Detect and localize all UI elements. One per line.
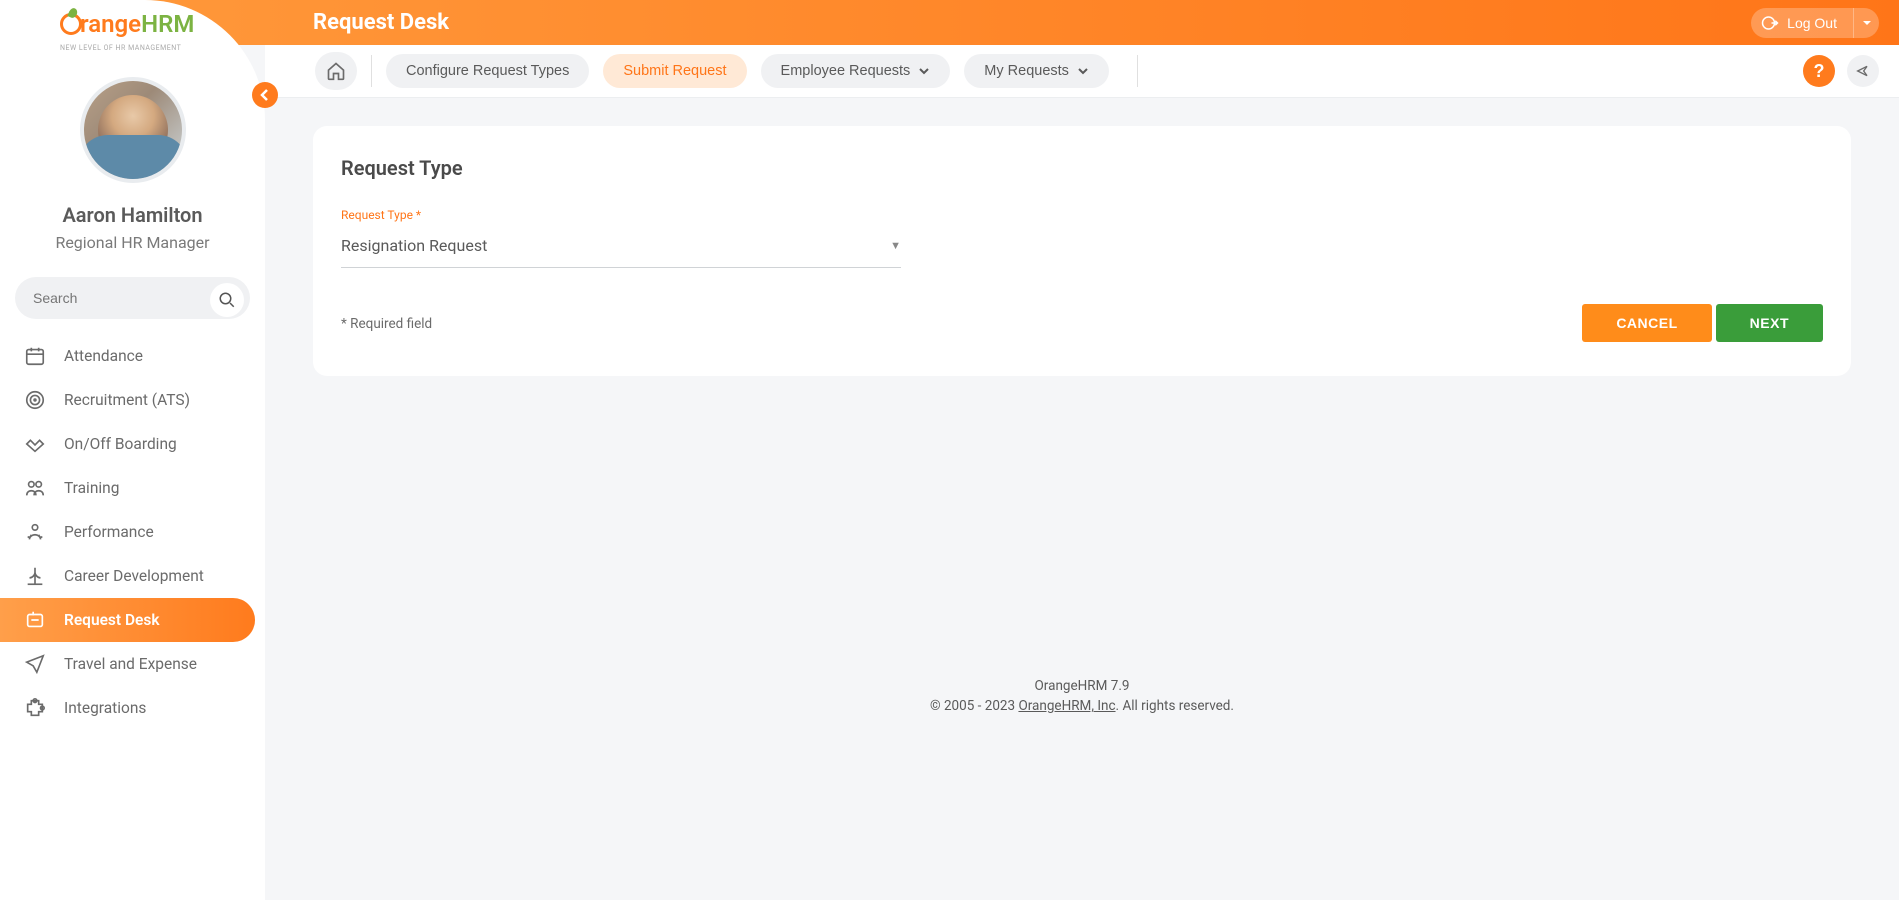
- select-value: Resignation Request: [341, 236, 487, 255]
- request-icon: [24, 609, 46, 631]
- sidebar-item-label: Attendance: [64, 347, 143, 365]
- footer-link[interactable]: OrangeHRM, Inc: [1018, 698, 1115, 714]
- footer-suffix: . All rights reserved.: [1116, 698, 1234, 714]
- user-profile: Aaron Hamilton Regional HR Manager: [0, 77, 265, 252]
- sidebar-item-attendance[interactable]: Attendance: [0, 334, 265, 378]
- logo-orange-icon: [60, 13, 82, 35]
- help-button[interactable]: ?: [1803, 55, 1835, 87]
- logo: rangeHRM: [60, 10, 265, 38]
- logout-label: Log Out: [1787, 15, 1837, 31]
- sidebar-item-recruitment[interactable]: Recruitment (ATS): [0, 378, 265, 422]
- user-role: Regional HR Manager: [0, 233, 265, 252]
- people-icon: [24, 477, 46, 499]
- footer-copyright: © 2005 - 2023 OrangeHRM, Inc. All rights…: [313, 696, 1851, 716]
- target-icon: [24, 389, 46, 411]
- logo-text-2: HRM: [141, 10, 194, 38]
- tab-configure[interactable]: Configure Request Types: [386, 54, 589, 88]
- sidebar-item-integrations[interactable]: Integrations: [0, 686, 265, 730]
- search-button[interactable]: [210, 283, 244, 317]
- footer: OrangeHRM 7.9 © 2005 - 2023 OrangeHRM, I…: [313, 676, 1851, 717]
- tab-my-requests[interactable]: My Requests: [964, 54, 1109, 88]
- request-form-card: Request Type Request Type * Resignation …: [313, 126, 1851, 376]
- sidebar-item-label: Career Development: [64, 567, 204, 585]
- caret-down-icon: [1862, 18, 1872, 28]
- sidebar-item-label: Training: [64, 479, 119, 497]
- logo-subtitle: NEW LEVEL OF HR MANAGEMENT: [60, 44, 265, 52]
- footer-version: OrangeHRM 7.9: [313, 676, 1851, 696]
- section-title: Request Type: [341, 156, 1823, 180]
- tab-label: My Requests: [984, 63, 1069, 79]
- top-bar: Request Desk Log Out: [0, 0, 1899, 45]
- nav-menu: Attendance Recruitment (ATS) On/Off Boar…: [0, 334, 265, 730]
- footer-prefix: © 2005 - 2023: [930, 698, 1018, 714]
- tab-label: Submit Request: [623, 63, 726, 79]
- sidebar-item-label: Recruitment (ATS): [64, 391, 190, 409]
- content-area: Request Type Request Type * Resignation …: [265, 98, 1899, 900]
- share-button[interactable]: [1847, 55, 1879, 87]
- sidebar-item-label: Request Desk: [64, 611, 160, 629]
- puzzle-icon: [24, 697, 46, 719]
- star-person-icon: [24, 521, 46, 543]
- sidebar-item-label: On/Off Boarding: [64, 435, 177, 453]
- sidebar-item-performance[interactable]: Performance: [0, 510, 265, 554]
- avatar[interactable]: [80, 77, 186, 183]
- sidebar-item-training[interactable]: Training: [0, 466, 265, 510]
- logout-icon: [1761, 14, 1779, 32]
- logout-button[interactable]: Log Out: [1751, 8, 1853, 38]
- search-icon: [218, 291, 236, 309]
- logout-group: Log Out: [1751, 8, 1879, 38]
- dropdown-arrow-icon: ▼: [890, 239, 901, 252]
- sidebar-item-career[interactable]: Career Development: [0, 554, 265, 598]
- field-group: Request Type * Resignation Request ▼: [341, 204, 1823, 268]
- divider: [1137, 55, 1138, 87]
- help-icon: ?: [1814, 61, 1825, 82]
- handshake-icon: [24, 433, 46, 455]
- growth-icon: [24, 565, 46, 587]
- divider: [371, 55, 372, 87]
- tab-employee-requests[interactable]: Employee Requests: [761, 54, 951, 88]
- sidebar-item-label: Integrations: [64, 699, 146, 717]
- calendar-icon: [24, 345, 46, 367]
- tab-submit[interactable]: Submit Request: [603, 54, 746, 88]
- request-type-select[interactable]: Resignation Request ▼: [341, 228, 901, 268]
- tab-label: Configure Request Types: [406, 63, 569, 79]
- sidebar: rangeHRM NEW LEVEL OF HR MANAGEMENT Aaro…: [0, 0, 265, 900]
- collapse-sidebar-button[interactable]: [252, 82, 278, 108]
- share-icon: [1855, 63, 1871, 79]
- search-wrap: [15, 277, 250, 319]
- form-actions: CANCEL NEXT: [341, 304, 1823, 342]
- request-type-select-wrap: Resignation Request ▼: [341, 228, 901, 268]
- cancel-button[interactable]: CANCEL: [1582, 304, 1711, 342]
- home-icon: [326, 61, 346, 81]
- field-label-text: Request Type: [341, 208, 413, 222]
- user-name: Aaron Hamilton: [0, 203, 265, 227]
- field-label: Request Type *: [341, 208, 421, 222]
- page-title: Request Desk: [313, 10, 1751, 35]
- sidebar-item-label: Performance: [64, 523, 154, 541]
- chevron-left-icon: [260, 89, 270, 101]
- sidebar-item-travel[interactable]: Travel and Expense: [0, 642, 265, 686]
- sidebar-item-onboarding[interactable]: On/Off Boarding: [0, 422, 265, 466]
- required-marker: *: [416, 208, 421, 222]
- next-button[interactable]: NEXT: [1716, 304, 1823, 342]
- sidebar-item-label: Travel and Expense: [64, 655, 197, 673]
- tab-label: Employee Requests: [781, 63, 911, 79]
- chevron-down-icon: [918, 65, 930, 77]
- logo-text-1: range: [80, 10, 141, 38]
- chevron-down-icon: [1077, 65, 1089, 77]
- plane-icon: [24, 653, 46, 675]
- sidebar-item-request-desk[interactable]: Request Desk: [0, 598, 255, 642]
- logout-dropdown[interactable]: [1853, 8, 1879, 38]
- tab-home[interactable]: [315, 52, 357, 90]
- tab-bar: Configure Request Types Submit Request E…: [265, 45, 1899, 98]
